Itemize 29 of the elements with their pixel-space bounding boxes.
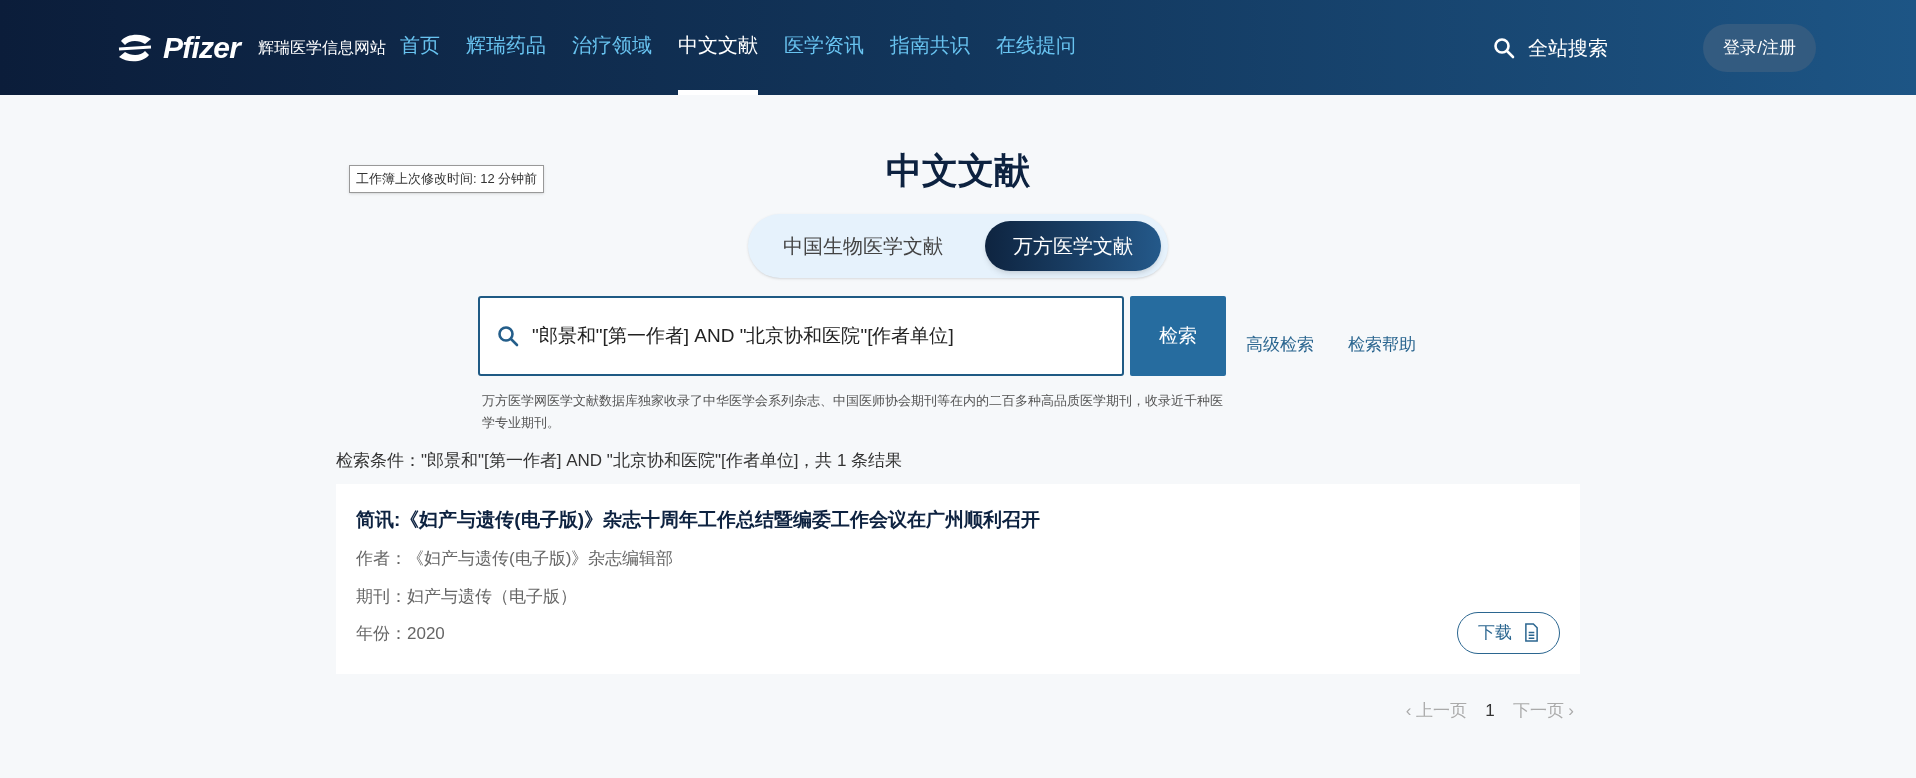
result-journal: 期刊：妇产与遗传（电子版） xyxy=(356,585,577,608)
site-search-button[interactable]: 全站搜索 xyxy=(1492,32,1609,63)
logo-wordmark[interactable]: Pfizer xyxy=(163,25,241,70)
page-number[interactable]: 1 xyxy=(1485,697,1495,723)
search-link[interactable]: 检索帮助 xyxy=(1348,332,1416,358)
source-tab[interactable]: 万方医学文献 xyxy=(985,221,1161,271)
site-name: 辉瑞医学信息网站 xyxy=(258,37,387,58)
search-button[interactable]: 检索 xyxy=(1130,296,1226,376)
nav-link[interactable]: 指南共识 xyxy=(890,0,971,95)
nav-link[interactable]: 首页 xyxy=(400,0,441,95)
result-year: 年份：2020 xyxy=(356,623,445,645)
search-conditions: 检索条件："郎景和"[第一作者] AND "北京协和医院"[作者单位]，共 1 条结果 xyxy=(336,450,904,472)
login-button[interactable]: 登录/注册 xyxy=(1703,23,1816,72)
search-field[interactable]: "郎景和"[第一作者] AND "北京协和医院"[作者单位] xyxy=(478,296,1124,376)
result-title[interactable]: 简讯:《妇产与遗传(电子版)》杂志十周年工作总结暨编委工作会议在广州顺利召开 xyxy=(356,505,1560,534)
search-link[interactable]: 高级检索 xyxy=(1246,332,1314,358)
workbook-tooltip: 工作簿上次修改时间: 12 分钟前 xyxy=(349,165,545,193)
result-author: 作者：《妇产与遗传(电子版)》杂志编辑部 xyxy=(356,548,675,570)
nav-link[interactable]: 医学资讯 xyxy=(784,0,865,95)
nav-link[interactable]: 中文文献 xyxy=(678,0,759,95)
nav-link[interactable]: 辉瑞药品 xyxy=(466,0,547,95)
page-title: 中文文献 xyxy=(886,149,1030,193)
search-icon xyxy=(496,324,520,348)
search-icon xyxy=(1492,35,1517,60)
source-tab[interactable]: 中国生物医学文献 xyxy=(755,221,971,271)
document-icon xyxy=(1524,623,1539,642)
database-description: 万方医学网医学文献数据库独家收录了中华医学会系列杂志、中国医师协会期刊等在内的二百多种高品质医学期刊，收录近千种医学专业期刊。 xyxy=(482,392,1224,432)
nav-link[interactable]: 治疗领域 xyxy=(572,0,653,95)
nav-link[interactable]: 在线提问 xyxy=(996,0,1077,95)
